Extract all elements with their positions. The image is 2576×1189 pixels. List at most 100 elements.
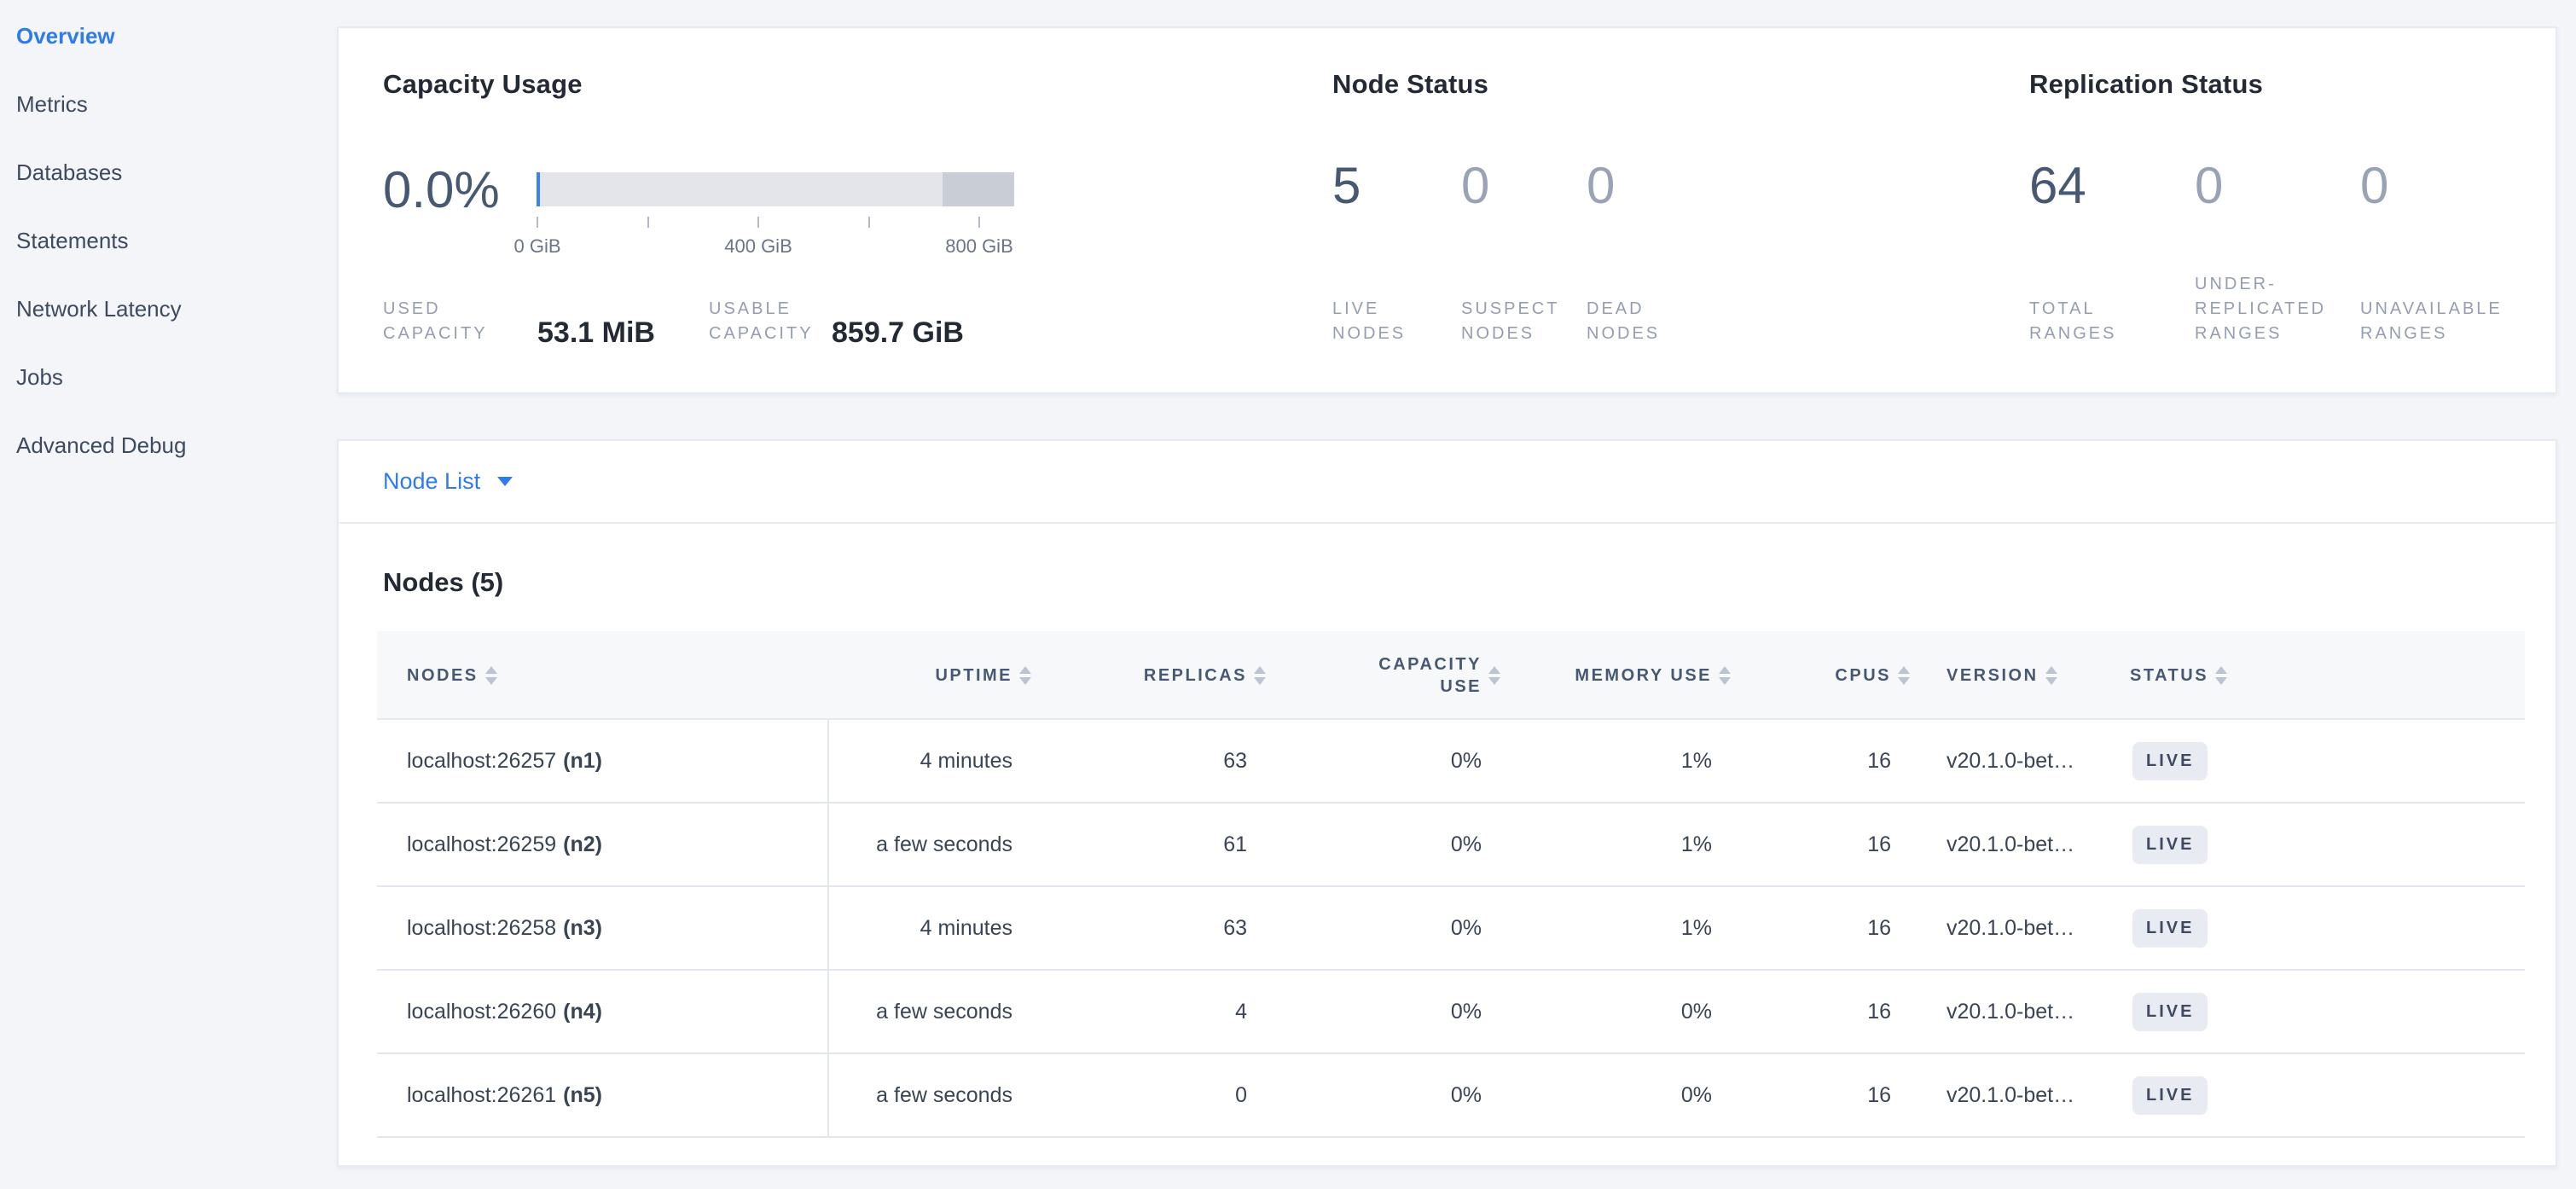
version-cell: v20.1.0-bet… <box>1917 720 2113 802</box>
axis-label-800gib: 800 GiB <box>945 235 1013 258</box>
node-id: (n1) <box>563 749 602 774</box>
status-badge: LIVE <box>2132 742 2208 780</box>
cpus-cell: 16 <box>1738 803 1917 885</box>
replicas-cell: 0 <box>1038 1054 1273 1136</box>
column-header-cpus[interactable]: CPUS <box>1738 631 1917 720</box>
sidebar-item-jobs[interactable]: Jobs <box>0 343 337 411</box>
node-cell: localhost:26261 (n5) <box>377 1054 829 1136</box>
status-cell: LIVE <box>2113 971 2525 1053</box>
node-address-link[interactable]: localhost:26260 <box>407 1000 556 1024</box>
sidebar-item-metrics[interactable]: Metrics <box>0 70 337 138</box>
node-id: (n3) <box>563 916 602 941</box>
cpus-cell: 16 <box>1738 887 1917 969</box>
total-ranges-count: 64 <box>2029 160 2086 212</box>
sort-icon <box>1719 666 1731 685</box>
node-id: (n4) <box>563 1000 602 1024</box>
capacity-use-cell: 0% <box>1273 887 1507 969</box>
uptime-cell: a few seconds <box>829 1054 1038 1136</box>
sidebar-item-advanced-debug[interactable]: Advanced Debug <box>0 411 337 479</box>
sort-icon <box>485 666 497 685</box>
node-address-link[interactable]: localhost:26259 <box>407 832 556 857</box>
under-replicated-ranges-label: UNDER-REPLICATED RANGES <box>2195 272 2378 346</box>
column-header-status[interactable]: STATUS <box>2113 631 2525 720</box>
sidebar-item-overview[interactable]: Overview <box>0 2 337 70</box>
table-row: localhost:26260 (n4) a few seconds 4 0% … <box>377 971 2525 1054</box>
dead-nodes-label: DEAD NODES <box>1587 297 1710 346</box>
capacity-use-cell: 0% <box>1273 1054 1507 1136</box>
column-header-replicas[interactable]: REPLICAS <box>1038 631 1273 720</box>
axis-tick <box>868 217 870 228</box>
under-replicated-ranges-count: 0 <box>2195 160 2223 212</box>
table-row: localhost:26259 (n2) a few seconds 61 0%… <box>377 803 2525 887</box>
memory-use-cell: 1% <box>1507 803 1738 885</box>
node-address-link[interactable]: localhost:26261 <box>407 1083 556 1108</box>
page-root: { "colors": { "accent_blue": "#2f7bea", … <box>0 0 2576 1189</box>
node-status-title: Node Status <box>1332 69 1488 100</box>
column-header-nodes[interactable]: NODES <box>377 631 829 720</box>
suspect-nodes-count: 0 <box>1461 160 1489 212</box>
version-cell: v20.1.0-bet… <box>1917 1054 2113 1136</box>
sort-icon <box>1019 666 1031 685</box>
nodes-table-body: localhost:26257 (n1) 4 minutes 63 0% 1% … <box>377 720 2525 1138</box>
capacity-use-cell: 0% <box>1273 971 1507 1053</box>
replicas-cell: 61 <box>1038 803 1273 885</box>
status-cell: LIVE <box>2113 803 2525 885</box>
version-cell: v20.1.0-bet… <box>1917 803 2113 885</box>
suspect-nodes-label: SUSPECT NODES <box>1461 297 1589 346</box>
axis-label-0gib: 0 GiB <box>513 235 560 258</box>
capacity-bar-chart: 0 GiB 400 GiB 800 GiB <box>537 172 1014 283</box>
capacity-use-cell: 0% <box>1273 720 1507 802</box>
column-header-uptime[interactable]: UPTIME <box>829 631 1038 720</box>
column-header-memory-use[interactable]: MEMORY USE <box>1507 631 1738 720</box>
cpus-cell: 16 <box>1738 720 1917 802</box>
node-cell: localhost:26259 (n2) <box>377 803 829 885</box>
replicas-cell: 63 <box>1038 720 1273 802</box>
sidebar: Overview Metrics Databases Statements Ne… <box>0 2 337 479</box>
status-cell: LIVE <box>2113 1054 2525 1136</box>
memory-use-cell: 1% <box>1507 887 1738 969</box>
cpus-cell: 16 <box>1738 971 1917 1053</box>
capacity-bar-used-marker <box>537 172 540 206</box>
cluster-summary-card: Capacity Usage 0.0% 0 GiB 400 GiB 800 Gi… <box>337 26 2557 394</box>
capacity-bar-track <box>537 172 1014 206</box>
uptime-cell: 4 minutes <box>829 720 1038 802</box>
node-list-header: Node List <box>339 441 2556 524</box>
node-address-link[interactable]: localhost:26258 <box>407 916 556 941</box>
memory-use-cell: 1% <box>1507 720 1738 802</box>
node-list-dropdown[interactable]: Node List <box>383 468 480 495</box>
cpus-cell: 16 <box>1738 1054 1917 1136</box>
nodes-table-header-row: NODES UPTIME REPLICAS CAPACITY USE MEMOR… <box>377 631 2525 720</box>
node-cell: localhost:26257 (n1) <box>377 720 829 802</box>
column-header-capacity-use[interactable]: CAPACITY USE <box>1273 631 1507 720</box>
axis-tick <box>537 217 538 228</box>
used-capacity-label: USED CAPACITY <box>383 297 528 346</box>
nodes-count-heading: Nodes (5) <box>383 567 503 598</box>
axis-tick <box>978 217 980 228</box>
live-nodes-count: 5 <box>1332 160 1361 212</box>
axis-tick <box>757 217 759 228</box>
live-nodes-label: LIVE NODES <box>1332 297 1456 346</box>
column-header-version[interactable]: VERSION <box>1917 631 2113 720</box>
capacity-bar-reserved-segment <box>943 172 1014 206</box>
replicas-cell: 4 <box>1038 971 1273 1053</box>
caret-down-icon[interactable] <box>497 477 513 486</box>
table-row: localhost:26261 (n5) a few seconds 0 0% … <box>377 1054 2525 1138</box>
sidebar-item-statements[interactable]: Statements <box>0 206 337 275</box>
node-id: (n2) <box>563 832 602 857</box>
unavailable-ranges-count: 0 <box>2360 160 2388 212</box>
uptime-cell: 4 minutes <box>829 887 1038 969</box>
dead-nodes-count: 0 <box>1587 160 1615 212</box>
axis-tick <box>647 217 649 228</box>
sidebar-item-network-latency[interactable]: Network Latency <box>0 275 337 343</box>
unavailable-ranges-label: UNAVAILABLE RANGES <box>2360 297 2565 346</box>
node-address-link[interactable]: localhost:26257 <box>407 749 556 774</box>
status-cell: LIVE <box>2113 887 2525 969</box>
capacity-used-percent: 0.0% <box>383 165 500 216</box>
sort-icon <box>2215 666 2227 685</box>
sidebar-item-databases[interactable]: Databases <box>0 138 337 206</box>
status-cell: LIVE <box>2113 720 2525 802</box>
table-row: localhost:26257 (n1) 4 minutes 63 0% 1% … <box>377 720 2525 803</box>
status-badge: LIVE <box>2132 1076 2208 1115</box>
sort-icon <box>1898 666 1910 685</box>
total-ranges-label: TOTAL RANGES <box>2029 297 2166 346</box>
